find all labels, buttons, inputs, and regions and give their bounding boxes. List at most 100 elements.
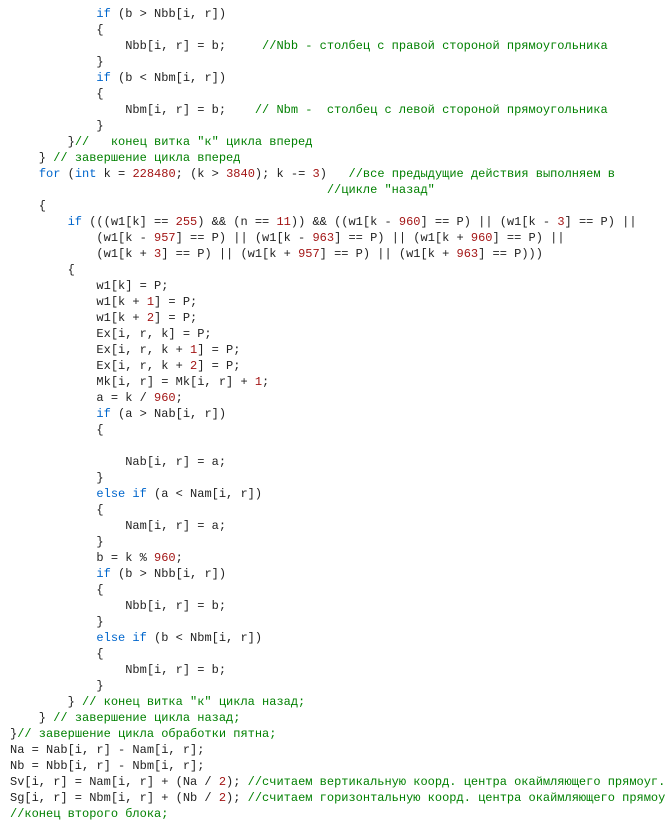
number-token: 255 [176, 215, 198, 229]
number-token: 960 [399, 215, 421, 229]
keyword-token: else if [96, 631, 146, 645]
text-token: } [10, 535, 104, 549]
text-token: ] == P) || [565, 215, 637, 229]
keyword-token: if [96, 71, 110, 85]
text-token [10, 71, 96, 85]
keyword-token: if [96, 567, 110, 581]
text-token: ) && (n == [197, 215, 276, 229]
keyword-token: int [75, 167, 97, 181]
text-token: ; [262, 375, 269, 389]
comment-token: //цикле "назад" [327, 183, 435, 197]
text-token: ] = P; [197, 359, 240, 373]
text-token [10, 631, 96, 645]
text-token [10, 567, 96, 581]
text-token: { [10, 583, 104, 597]
comment-token: // завершение цикла назад; [53, 711, 240, 725]
text-token: (b > Nbb[i, r]) [111, 7, 226, 21]
number-token: 1 [147, 295, 154, 309]
text-token: w1[k] = P; [10, 279, 168, 293]
text-token: } [10, 119, 104, 133]
number-token: 963 [312, 231, 334, 245]
text-token: ] == P) || (w1[k + [320, 247, 457, 261]
text-token: ; [176, 551, 183, 565]
code-block: if (b > Nbb[i, r]) { Nbb[i, r] = b; //Nb… [10, 6, 666, 822]
number-token: 2 [147, 311, 154, 325]
text-token: w1[k + [10, 311, 147, 325]
text-token: Ex[i, r, k] = P; [10, 327, 212, 341]
comment-token: // завершение цикла вперед [53, 151, 240, 165]
comment-token: //Nbb - столбец с правой стороной прямоу… [262, 39, 608, 53]
text-token: } [10, 615, 104, 629]
text-token: } [10, 695, 82, 709]
number-token: 957 [154, 231, 176, 245]
text-token: Nbm[i, r] = b; [10, 663, 226, 677]
number-token: 960 [154, 391, 176, 405]
text-token: (a < Nam[i, r]) [147, 487, 262, 501]
number-token: 3 [557, 215, 564, 229]
keyword-token: else if [96, 487, 146, 501]
text-token: Sv[i, r] = Nam[i, r] + (Na / [10, 775, 219, 789]
text-token: (a > Nab[i, r]) [111, 407, 226, 421]
number-token: 2 [219, 775, 226, 789]
number-token: 1 [255, 375, 262, 389]
text-token: Nb = Nbb[i, r] - Nbm[i, r]; [10, 759, 204, 773]
comment-token: //считаем горизонтальную коорд. центра о… [248, 791, 666, 805]
text-token [10, 487, 96, 501]
number-token: 957 [298, 247, 320, 261]
text-token: { [10, 423, 104, 437]
text-token: ); [226, 791, 248, 805]
comment-token: // конец витка "к" цикла назад; [82, 695, 305, 709]
comment-token: //конец второго блока; [10, 807, 168, 821]
text-token: ] = P; [154, 311, 197, 325]
code-viewport: if (b > Nbb[i, r]) { Nbb[i, r] = b; //Nb… [0, 0, 666, 806]
text-token [10, 215, 68, 229]
text-token: ; [176, 391, 183, 405]
text-token: ) [320, 167, 349, 181]
text-token: } [10, 471, 104, 485]
number-token: 963 [457, 247, 479, 261]
number-token: 960 [154, 551, 176, 565]
text-token: Nbb[i, r] = b; [10, 39, 262, 53]
number-token: 960 [471, 231, 493, 245]
text-token [10, 7, 96, 21]
text-token: ] == P) || (w1[k - [176, 231, 313, 245]
text-token: Sg[i, r] = Nbm[i, r] + (Nb / [10, 791, 219, 805]
text-token: (b < Nbm[i, r]) [111, 71, 226, 85]
text-token: ] == P) || [493, 231, 565, 245]
keyword-token: if [68, 215, 82, 229]
comment-token: //все предыдущие действия выполняем в [349, 167, 615, 181]
text-token: a = k / [10, 391, 154, 405]
text-token: ] == P))) [478, 247, 543, 261]
text-token: (b < Nbm[i, r]) [147, 631, 262, 645]
text-token [10, 407, 96, 421]
text-token: Nbb[i, r] = b; [10, 599, 226, 613]
text-token: (((w1[k] == [82, 215, 176, 229]
number-token: 11 [276, 215, 290, 229]
text-token: ); k -= [255, 167, 313, 181]
text-token: (w1[k - [10, 231, 154, 245]
text-token: ] = P; [154, 295, 197, 309]
keyword-token: for [39, 167, 61, 181]
text-token: { [10, 647, 104, 661]
text-token: )) && ((w1[k - [291, 215, 399, 229]
number-token: 2 [219, 791, 226, 805]
text-token: { [10, 199, 46, 213]
number-token: 228480 [132, 167, 175, 181]
text-token: Ex[i, r, k + [10, 343, 190, 357]
text-token: Mk[i, r] = Mk[i, r] + [10, 375, 255, 389]
text-token: ( [60, 167, 74, 181]
number-token: 3840 [226, 167, 255, 181]
text-token: Ex[i, r, k + [10, 359, 190, 373]
text-token: } [10, 135, 75, 149]
text-token: ); [226, 775, 248, 789]
comment-token: // конец витка "к" цикла вперед [75, 135, 313, 149]
comment-token: //считаем вертикальную коорд. центра ока… [248, 775, 666, 789]
text-token: (b > Nbb[i, r]) [111, 567, 226, 581]
text-token: ] == P) || (w1[k + [161, 247, 298, 261]
keyword-token: if [96, 7, 110, 21]
text-token: ] == P) || (w1[k - [421, 215, 558, 229]
comment-token: // завершение цикла обработки пятна; [17, 727, 276, 741]
text-token: Nab[i, r] = a; [10, 455, 226, 469]
text-token: { [10, 263, 75, 277]
text-token: k = [96, 167, 132, 181]
